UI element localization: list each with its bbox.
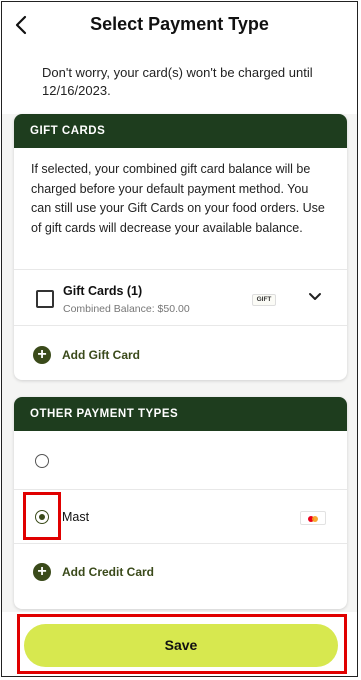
plus-icon: + <box>33 346 51 364</box>
other-payment-types-header: OTHER PAYMENT TYPES <box>14 397 347 431</box>
divider <box>14 269 347 270</box>
app-frame: Select Payment Type Don't worry, your ca… <box>1 1 358 677</box>
add-credit-card-button[interactable]: + Add Credit Card <box>33 561 154 583</box>
add-gift-card-label: Add Gift Card <box>62 348 140 362</box>
gift-cards-balance: Combined Balance: $50.00 <box>63 303 190 315</box>
divider <box>14 325 347 326</box>
payment-option-radio[interactable] <box>35 454 49 468</box>
expand-gift-cards-button[interactable] <box>307 289 323 305</box>
plus-icon: + <box>33 563 51 581</box>
charge-notice: Don't worry, your card(s) won't be charg… <box>2 48 357 114</box>
other-payment-types-section: OTHER PAYMENT TYPES Mast + Add Credit Ca… <box>14 397 347 609</box>
radio-selected-dot <box>39 514 45 520</box>
gift-cards-checkbox[interactable] <box>36 290 54 308</box>
add-gift-card-button[interactable]: + Add Gift Card <box>33 344 140 366</box>
gift-cards-description: If selected, your combined gift card bal… <box>31 162 325 235</box>
gift-cards-header: GIFT CARDS <box>14 114 347 148</box>
gift-cards-section: GIFT CARDS If selected, your combined gi… <box>14 114 347 380</box>
payment-option-mast-label: Mast <box>62 510 90 524</box>
divider <box>14 543 347 544</box>
divider <box>14 489 347 490</box>
add-credit-card-label: Add Credit Card <box>62 565 155 579</box>
page-title: Select Payment Type <box>90 14 269 34</box>
gift-card-badge: GIFT <box>252 294 276 306</box>
payment-option-mast-radio[interactable] <box>35 510 49 524</box>
gift-cards-item-label: Gift Cards (1) <box>63 284 143 298</box>
chevron-down-icon <box>309 293 321 300</box>
save-button[interactable]: Save <box>24 624 338 667</box>
charge-notice-text: Don't worry, your card(s) won't be charg… <box>42 65 313 98</box>
save-area: Save <box>2 612 357 676</box>
header: Select Payment Type <box>2 2 357 48</box>
mastercard-icon <box>300 511 326 525</box>
